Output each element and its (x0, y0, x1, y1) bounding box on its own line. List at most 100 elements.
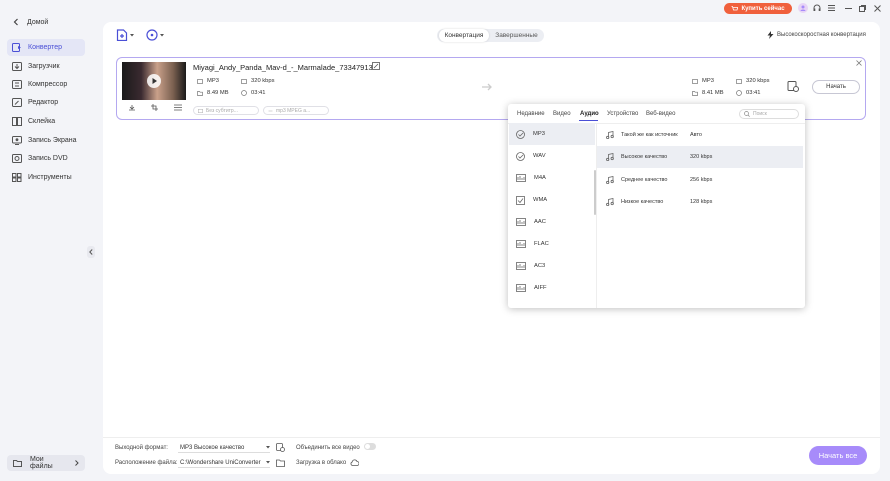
src-format-value: MP3 (207, 78, 219, 84)
format-item[interactable]: MP3 (509, 123, 595, 145)
home-link[interactable]: Домой (13, 18, 48, 26)
format-settings-icon[interactable] (276, 443, 285, 452)
tab-web-video[interactable]: Веб-видео (646, 111, 675, 117)
tab-audio[interactable]: Аудио (580, 111, 599, 117)
home-label: Домой (27, 18, 49, 26)
my-files-button[interactable]: Мои файлы (7, 455, 85, 471)
minimize-icon[interactable] (845, 8, 852, 10)
folder-icon (197, 90, 203, 96)
sidebar-item-tools[interactable]: Инструменты (7, 169, 85, 186)
output-format-label: Выходной формат: (115, 445, 168, 451)
subtitle-dropdown[interactable]: Без субтитр... (193, 106, 259, 115)
format-item[interactable]: AC3 (509, 255, 595, 277)
audio-track-value: mp3 MPEG a... (276, 107, 311, 114)
chevron-down-icon (160, 33, 164, 37)
quality-option[interactable]: Такой же как источник Авто (597, 124, 803, 146)
format-item[interactable]: WMA (509, 189, 595, 211)
sidebar-collapse-button[interactable] (87, 246, 95, 258)
add-file-button[interactable] (116, 29, 134, 41)
quality-option[interactable]: Высокое качество 320 kbps (597, 146, 803, 168)
chevron-down-icon (266, 461, 270, 464)
convert-all-button[interactable]: Начать все (809, 446, 867, 465)
format-search[interactable]: Поиск (739, 109, 799, 119)
music-note-icon (606, 131, 614, 139)
sidebar-item-label: Склейка (28, 118, 56, 125)
play-icon[interactable] (147, 74, 161, 88)
start-button[interactable]: Начать (812, 80, 860, 94)
m4a-icon (516, 174, 526, 182)
quality-name: Среднее качество (621, 177, 668, 183)
back-arrow-icon (13, 18, 19, 26)
rename-icon[interactable] (372, 62, 380, 70)
format-label: AAC (534, 219, 546, 225)
music-note-icon (606, 176, 614, 184)
crop-icon[interactable] (151, 104, 159, 111)
tab-converting[interactable]: Конвертация (439, 29, 489, 42)
high-speed-toggle[interactable]: Высокоскоростная конвертация (767, 31, 866, 39)
output-format-dropdown[interactable]: MP3 Высокое качество (178, 443, 270, 453)
effects-icon[interactable] (174, 104, 182, 111)
audio-track-dropdown[interactable]: mp3 MPEG a... (263, 106, 329, 115)
merge-label: Объединить все видео (296, 445, 360, 451)
maximize-icon[interactable] (859, 5, 866, 12)
quality-option[interactable]: Низкое качество 128 kbps (597, 191, 803, 213)
tab-device[interactable]: Устройство (607, 111, 638, 117)
dst-duration-value: 03:41 (746, 90, 761, 96)
tab-finished[interactable]: Завершенные (491, 29, 542, 42)
sidebar-item-editor[interactable]: Редактор (7, 94, 85, 111)
src-format: MP3 (197, 78, 219, 84)
close-icon[interactable] (874, 5, 881, 12)
headset-icon[interactable] (813, 4, 821, 12)
sidebar-item-compressor[interactable]: Компрессор (7, 76, 85, 93)
dst-bitrate-value: 320 kbps (746, 78, 770, 84)
subtitle-value: Без субтитр... (206, 107, 238, 114)
open-folder-icon[interactable] (276, 459, 285, 467)
audio-track-icon (268, 109, 273, 113)
disc-add-icon (146, 29, 158, 41)
file-thumbnail[interactable] (122, 62, 186, 100)
format-item[interactable]: AAC (509, 211, 595, 233)
format-item[interactable]: FLAC (509, 233, 595, 255)
quality-name: Такой же как источник (621, 132, 678, 138)
add-dvd-button[interactable] (146, 29, 164, 41)
src-bitrate-value: 320 kbps (251, 78, 275, 84)
music-note-icon (606, 198, 614, 206)
tab-recent[interactable]: Недавние (517, 111, 545, 117)
merge-toggle[interactable] (364, 443, 376, 450)
sidebar-item-downloader[interactable]: Загрузчик (7, 58, 85, 75)
sidebar-item-dvd[interactable]: Запись DVD (7, 150, 85, 167)
search-icon (744, 111, 750, 117)
quality-value: 128 kbps (690, 199, 713, 205)
format-item[interactable]: M4A (509, 167, 595, 189)
sidebar-item-converter[interactable]: Конвертер (7, 39, 85, 56)
chevron-left-icon (89, 249, 93, 255)
menu-icon[interactable] (828, 5, 835, 11)
format-label: AIFF (534, 285, 547, 291)
format-label: AC3 (534, 263, 546, 269)
format-item[interactable]: WAV (509, 145, 595, 167)
trim-icon[interactable] (128, 104, 136, 111)
sidebar-item-merge[interactable]: Склейка (7, 113, 85, 130)
wma-icon (516, 195, 525, 205)
file-location-dropdown[interactable]: C:\Wondershare UniConverter (178, 458, 270, 468)
compress-icon (12, 80, 22, 89)
quality-option[interactable]: Среднее качество 256 kbps (597, 169, 803, 191)
sidebar-item-screen-record[interactable]: Запись Экрана (7, 132, 85, 149)
tab-video[interactable]: Видео (553, 111, 571, 117)
cloud-upload-icon[interactable] (350, 459, 359, 466)
thumbnail-tools (128, 104, 182, 111)
remove-file-icon[interactable] (856, 60, 862, 66)
cloud-upload-label: Загрузка в облако (296, 460, 347, 466)
buy-now-button[interactable]: Купить сейчас (724, 3, 792, 14)
sidebar-item-label: Запись Экрана (28, 137, 77, 144)
bitrate-icon (241, 78, 247, 84)
user-avatar[interactable] (798, 3, 808, 13)
download-icon (12, 62, 22, 71)
format-item[interactable]: AIFF (509, 277, 595, 299)
sidebar-item-label: Инструменты (28, 174, 72, 181)
dst-size: 8.41 MB (692, 90, 724, 96)
dst-duration: 03:41 (736, 90, 761, 96)
cart-icon (731, 5, 739, 12)
output-settings-icon[interactable] (787, 80, 799, 92)
search-placeholder: Поиск (753, 111, 767, 117)
